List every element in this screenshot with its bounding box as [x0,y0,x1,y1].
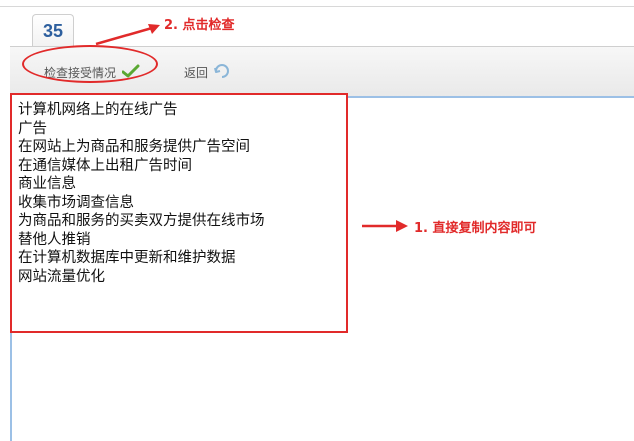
top-divider [0,0,634,7]
list-item: 广告 [18,120,47,137]
list-item: 替他人推销 [18,231,91,248]
check-icon [121,64,140,81]
arrow-step1-icon [362,220,408,232]
annotation-step2: 2. 点击检查 [164,18,235,33]
list-item: 商业信息 [18,176,76,192]
list-item: 在网站上为商品和服务提供广告空间 [18,139,250,155]
list-item: 收集市场调查信息 [18,194,134,211]
back-label: 返回 [184,65,209,80]
list-item: 为商品和服务的买卖双方提供在线市场 [18,213,265,229]
check-acceptance-label: 检查接受情况 [44,65,117,80]
tab-label: 35 [42,20,64,41]
list-item: 在计算机数据库中更新和维护数据 [18,250,236,266]
list-item: 计算机网络上的在线广告 [18,102,178,118]
back-button[interactable]: 返回 [184,63,230,81]
tab-35[interactable]: 35 [32,14,74,47]
check-acceptance-button[interactable]: 检查接受情况 [44,63,140,81]
toolbar: 检查接受情况 返回 [10,46,634,98]
list-item: 在通信媒体上出租广告时间 [18,157,192,174]
annotation-step1: 1. 直接复制内容即可 [414,221,537,236]
list-item: 网站流量优化 [18,268,105,285]
content-box[interactable]: 计算机网络上的在线广告 广告 在网站上为商品和服务提供广告空间 在通信媒体上出租… [10,93,348,333]
back-icon [214,63,230,81]
arrow-step2-icon [95,24,160,46]
